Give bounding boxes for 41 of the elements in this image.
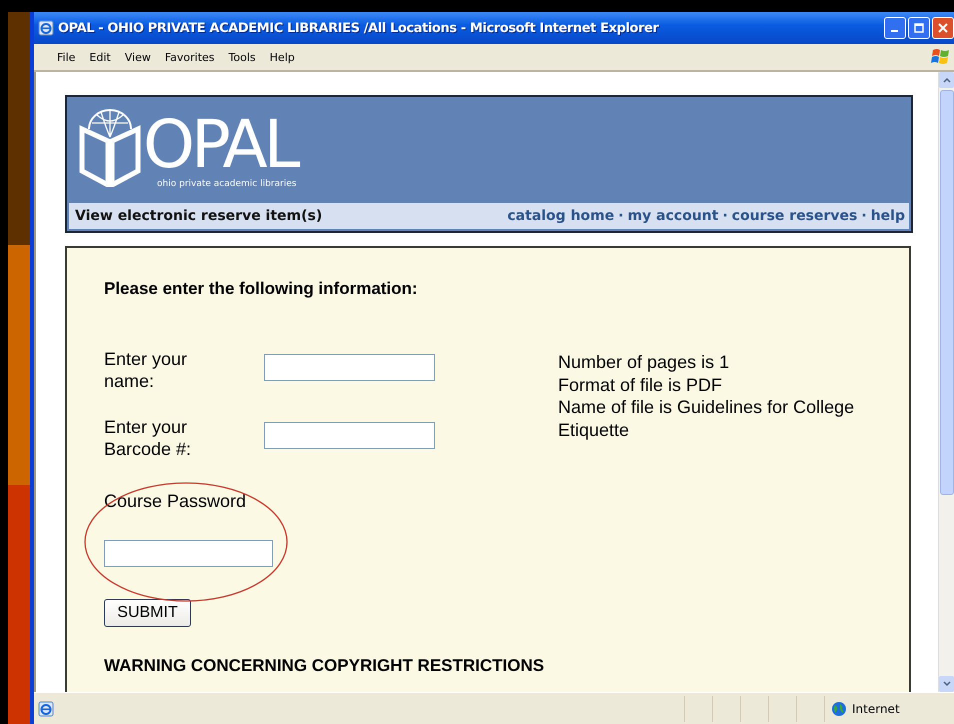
submit-button[interactable]: SUBMIT xyxy=(104,599,191,627)
page-icon xyxy=(38,700,54,716)
browser-icon xyxy=(38,20,54,36)
menu-item[interactable]: Help xyxy=(264,48,300,66)
input-field[interactable] xyxy=(264,422,435,449)
scrollbar[interactable] xyxy=(938,72,954,692)
menu-item[interactable]: View xyxy=(120,48,156,66)
file-info-line: Format of file is PDF xyxy=(558,374,724,396)
file-info-line: Number of pages is 1 xyxy=(558,351,730,374)
nav-link[interactable]: my account xyxy=(628,208,718,224)
nav-link[interactable]: course reserves xyxy=(732,208,858,224)
nav-separator: · xyxy=(722,208,728,224)
logo: OPAL xyxy=(143,113,296,177)
scroll-up-icon[interactable] xyxy=(939,72,954,88)
logo-tagline: ohio private academic libraries xyxy=(157,179,296,189)
warning-heading: WARNING CONCERNING COPYRIGHT RESTRICTIONS xyxy=(104,655,544,677)
input-field[interactable] xyxy=(104,540,273,567)
input-field[interactable] xyxy=(264,354,435,381)
file-info-line: Name of file is Guidelines for College Etiquette xyxy=(558,396,856,441)
scroll-down-icon[interactable] xyxy=(939,676,954,692)
globe-icon xyxy=(831,700,847,716)
nav-separator: · xyxy=(618,208,624,224)
menu-item[interactable]: Edit xyxy=(84,48,116,66)
window-title: OPAL - OHIO PRIVATE ACADEMIC LIBRARIES /All Locations - Microsoft Internet Explorer xyxy=(58,20,659,36)
nav-link[interactable]: catalog home xyxy=(507,208,614,224)
menu-item[interactable]: Tools xyxy=(224,48,261,66)
nav-link[interactable]: help xyxy=(870,208,905,224)
nav-separator: · xyxy=(861,208,867,224)
maximize-icon xyxy=(914,23,924,33)
page-title: View electronic reserve item(s) xyxy=(75,208,322,224)
zone-label: Internet xyxy=(852,702,900,716)
minimize-button[interactable] xyxy=(884,17,906,39)
form-heading: Please enter the following information: xyxy=(104,279,419,299)
book-globe-icon xyxy=(79,107,141,187)
close-button[interactable] xyxy=(932,17,954,39)
menu-item[interactable]: File xyxy=(52,48,80,66)
field-label: Enter your Barcode #: xyxy=(104,416,192,460)
maximize-button[interactable] xyxy=(908,17,930,39)
close-icon xyxy=(938,23,948,33)
field-label: Enter your name: xyxy=(104,348,188,392)
menu-item[interactable]: Favorites xyxy=(160,48,220,66)
